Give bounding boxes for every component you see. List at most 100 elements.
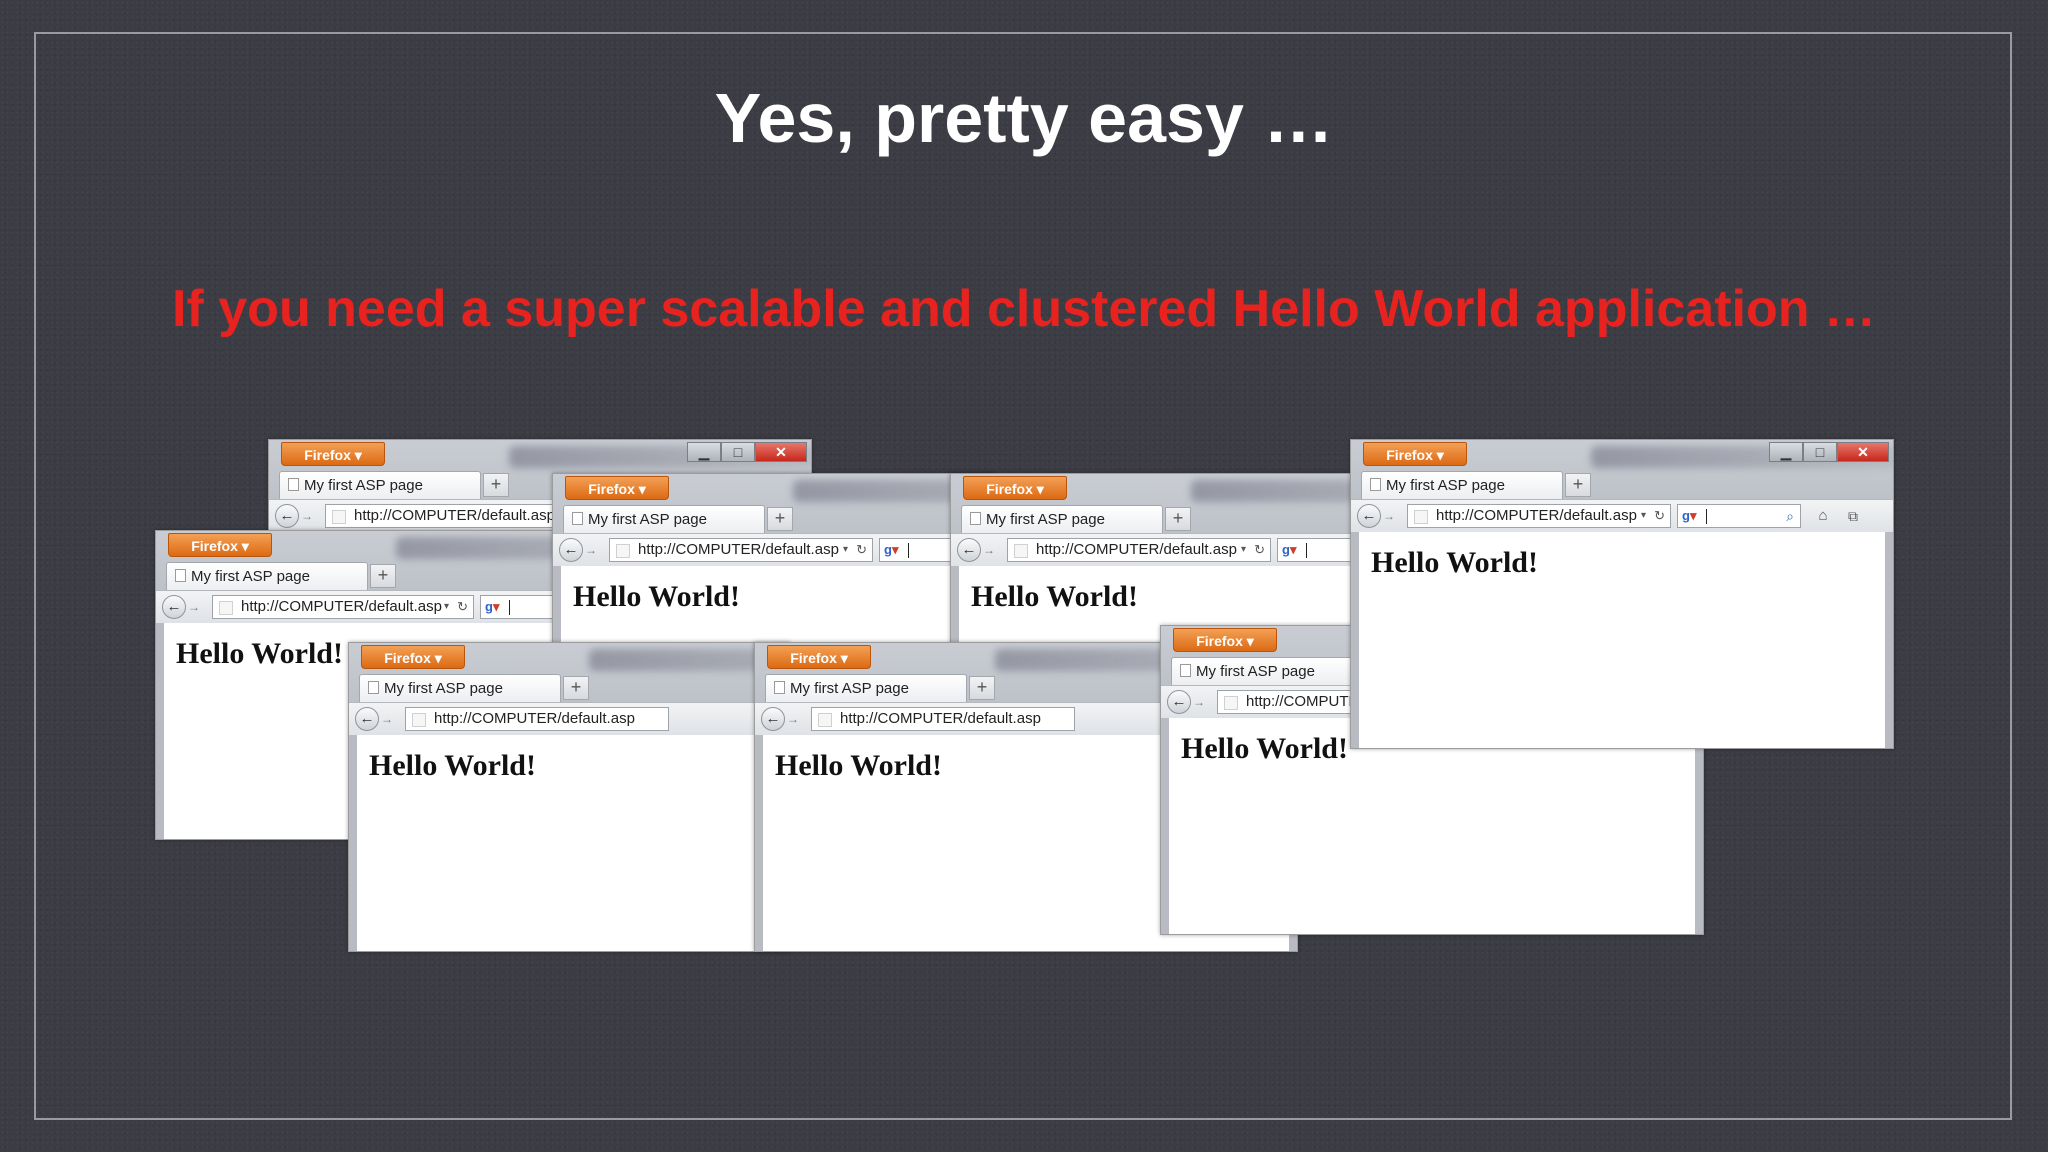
forward-arrow-icon[interactable]: → xyxy=(582,542,600,558)
tab[interactable]: My first ASP page xyxy=(961,505,1163,533)
nav-buttons: ← → xyxy=(275,504,319,528)
close-icon[interactable]: ✕ xyxy=(1837,442,1889,462)
addon-icon[interactable]: ⧉ xyxy=(1841,505,1865,527)
new-tab-button[interactable]: + xyxy=(767,507,793,531)
page-icon xyxy=(572,512,583,526)
back-arrow-icon[interactable]: ← xyxy=(1357,504,1381,528)
url-text: http://COMPUTER/default.asp xyxy=(1436,507,1637,524)
page-icon xyxy=(970,512,981,526)
page-icon xyxy=(1370,478,1381,492)
search-bar[interactable]: g▾ ⌕ xyxy=(1677,504,1801,528)
url-bar[interactable]: http://COMPUTER/default.asp xyxy=(405,707,669,731)
back-arrow-icon[interactable]: ← xyxy=(1167,690,1191,714)
tab[interactable]: My first ASP page xyxy=(765,674,967,702)
page-heading: Hello World! xyxy=(1181,732,1348,765)
tab-title: My first ASP page xyxy=(790,680,909,697)
tab[interactable]: My first ASP page xyxy=(359,674,561,702)
firefox-menu-button[interactable]: Firefox ▾ xyxy=(1173,628,1277,652)
url-text: http://COMPUTER/default.asp xyxy=(434,710,635,727)
home-icon[interactable]: ⌂ xyxy=(1811,505,1835,527)
url-text: http://COMPUTER/default.asp xyxy=(840,710,1041,727)
firefox-menu-button[interactable]: Firefox ▾ xyxy=(281,442,385,466)
page-heading: Hello World! xyxy=(176,637,343,670)
new-tab-button[interactable]: + xyxy=(1565,473,1591,497)
back-arrow-icon[interactable]: ← xyxy=(957,538,981,562)
nav-buttons: ← → xyxy=(957,538,1001,562)
page-content: Hello World! xyxy=(1351,532,1893,748)
back-arrow-icon[interactable]: ← xyxy=(355,707,379,731)
reload-icon[interactable]: ↻ xyxy=(1254,539,1265,561)
chevron-down-icon[interactable]: ▾ xyxy=(1641,505,1646,527)
forward-arrow-icon[interactable]: → xyxy=(185,599,203,615)
new-tab-button[interactable]: + xyxy=(370,564,396,588)
new-tab-button[interactable]: + xyxy=(563,676,589,700)
forward-arrow-icon[interactable]: → xyxy=(980,542,998,558)
page-icon xyxy=(1180,664,1191,678)
magnifier-icon[interactable]: ⌕ xyxy=(1786,505,1794,527)
back-arrow-icon[interactable]: ← xyxy=(761,707,785,731)
new-tab-button[interactable]: + xyxy=(1165,507,1191,531)
tab[interactable]: My first ASP page xyxy=(166,562,368,590)
back-arrow-icon[interactable]: ← xyxy=(162,595,186,619)
nav-buttons: ← → xyxy=(1357,504,1401,528)
favicon-icon xyxy=(1014,544,1028,558)
page-icon xyxy=(774,681,785,695)
window-controls: ▁ □ ✕ xyxy=(1769,442,1889,462)
tab[interactable]: My first ASP page xyxy=(1361,471,1563,499)
forward-arrow-icon[interactable]: → xyxy=(1190,694,1208,710)
url-text: http://COMPUTER/default.asp xyxy=(354,507,555,524)
forward-arrow-icon[interactable]: → xyxy=(784,711,802,727)
tab[interactable]: My first ASP page xyxy=(279,471,481,499)
firefox-menu-button[interactable]: Firefox ▾ xyxy=(767,645,871,669)
new-tab-button[interactable]: + xyxy=(969,676,995,700)
url-bar[interactable]: http://COMPUTER/default.asp▾ ↻ xyxy=(609,538,873,562)
back-arrow-icon[interactable]: ← xyxy=(275,504,299,528)
tab-title: My first ASP page xyxy=(304,477,423,494)
firefox-menu-button[interactable]: Firefox ▾ xyxy=(1363,442,1467,466)
slide-title: Yes, pretty easy … xyxy=(714,79,1334,157)
nav-bar: ← → http://COMPUTER/default.asp xyxy=(349,702,789,736)
slide-subtitle: If you need a super scalable and cluster… xyxy=(172,280,1876,338)
favicon-icon xyxy=(412,713,426,727)
forward-arrow-icon[interactable]: → xyxy=(378,711,396,727)
tab[interactable]: My first ASP page xyxy=(563,505,765,533)
minimize-icon[interactable]: ▁ xyxy=(687,442,721,462)
browser-window: Firefox ▾ My first ASP page + ← → http:/… xyxy=(348,642,790,952)
firefox-menu-button[interactable]: Firefox ▾ xyxy=(565,476,669,500)
page-content: Hello World! xyxy=(1161,718,1703,934)
favicon-icon xyxy=(616,544,630,558)
page-heading: Hello World! xyxy=(775,749,942,782)
url-bar[interactable]: http://COMPUTER/default.asp▾ ↻ xyxy=(212,595,474,619)
reload-icon[interactable]: ↻ xyxy=(856,539,867,561)
url-bar[interactable]: http://COMPUTER/default.asp▾ ↻ xyxy=(1007,538,1271,562)
firefox-menu-button[interactable]: Firefox ▾ xyxy=(963,476,1067,500)
firefox-menu-button[interactable]: Firefox ▾ xyxy=(361,645,465,669)
firefox-menu-button[interactable]: Firefox ▾ xyxy=(168,533,272,557)
back-arrow-icon[interactable]: ← xyxy=(559,538,583,562)
chevron-down-icon[interactable]: ▾ xyxy=(1241,539,1246,561)
reload-icon[interactable]: ↻ xyxy=(457,596,468,618)
google-icon: g▾ xyxy=(1682,508,1697,523)
nav-buttons: ← → xyxy=(162,595,206,619)
forward-arrow-icon[interactable]: → xyxy=(298,508,316,524)
page-icon xyxy=(368,681,379,695)
text-caret xyxy=(1706,509,1707,524)
text-caret xyxy=(1306,543,1307,558)
forward-arrow-icon[interactable]: → xyxy=(1380,508,1398,524)
page-icon xyxy=(288,478,299,492)
url-bar[interactable]: http://COMPUTER/default.asp xyxy=(811,707,1075,731)
new-tab-button[interactable]: + xyxy=(483,473,509,497)
close-icon[interactable]: ✕ xyxy=(755,442,807,462)
reload-icon[interactable]: ↻ xyxy=(1654,505,1665,527)
text-caret xyxy=(509,600,510,615)
url-bar[interactable]: http://COMPUTER/default.asp▾ ↻ xyxy=(1407,504,1671,528)
chevron-down-icon[interactable]: ▾ xyxy=(444,596,449,618)
page-content: Hello World! xyxy=(349,735,789,951)
maximize-icon[interactable]: □ xyxy=(1803,442,1837,462)
chevron-down-icon[interactable]: ▾ xyxy=(843,539,848,561)
tab-title: My first ASP page xyxy=(191,568,310,585)
page-icon xyxy=(175,569,186,583)
tab[interactable]: My first ASP page xyxy=(1171,657,1373,685)
minimize-icon[interactable]: ▁ xyxy=(1769,442,1803,462)
maximize-icon[interactable]: □ xyxy=(721,442,755,462)
